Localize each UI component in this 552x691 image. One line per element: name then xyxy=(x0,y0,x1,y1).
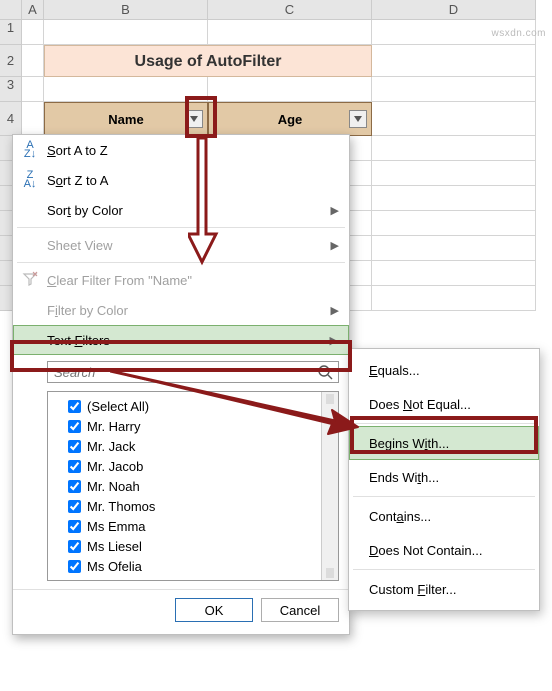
col-header-b[interactable]: B xyxy=(44,0,208,20)
chevron-right-icon: ▶ xyxy=(330,334,338,347)
row-header-2[interactable]: 2 xyxy=(0,45,22,77)
search-input[interactable] xyxy=(47,361,339,383)
chevron-right-icon: ▶ xyxy=(331,304,339,317)
title-cell: Usage of AutoFilter xyxy=(44,45,372,77)
list-item-label: Ms Olivia xyxy=(87,579,140,582)
filter-custom[interactable]: Custom Filter... xyxy=(349,572,539,606)
list-item[interactable]: (Select All) xyxy=(52,396,334,416)
sort-by-color[interactable]: Sort by Color ▶ xyxy=(13,195,349,225)
list-item-label: Ms Liesel xyxy=(87,539,142,554)
chevron-right-icon: ▶ xyxy=(331,204,339,217)
list-item[interactable]: Ms Liesel xyxy=(52,536,334,556)
filter-begins-with[interactable]: Begins With... xyxy=(349,426,539,460)
sort-az-label: ort A to Z xyxy=(56,143,108,158)
checkbox[interactable] xyxy=(68,540,81,553)
text-filters-submenu: Equals... Does Not Equal... Begins With.… xyxy=(348,348,540,611)
checkbox[interactable] xyxy=(68,580,81,582)
cancel-button[interactable]: Cancel xyxy=(261,598,339,622)
checkbox[interactable] xyxy=(68,560,81,573)
checkbox[interactable] xyxy=(68,440,81,453)
list-item-label: Ms Ofelia xyxy=(87,559,142,574)
watermark: wsxdn.com xyxy=(491,28,546,39)
checkbox[interactable] xyxy=(68,420,81,433)
clear-filter: Clear Filter From "Name" xyxy=(13,265,349,295)
list-item-label: (Select All) xyxy=(87,399,149,414)
sort-az-icon: AZ↓ xyxy=(21,141,39,159)
search-row xyxy=(13,355,349,389)
scrollbar[interactable] xyxy=(321,392,338,580)
sheet-view-label: Sheet View xyxy=(47,238,113,253)
filter-button-age[interactable] xyxy=(349,110,367,128)
list-item-label: Mr. Jacob xyxy=(87,459,143,474)
header-age: Age xyxy=(208,102,372,136)
list-item[interactable]: Mr. Jack xyxy=(52,436,334,456)
header-name-label: Name xyxy=(108,112,143,127)
column-headers: A B C D xyxy=(0,0,552,20)
checkbox[interactable] xyxy=(68,460,81,473)
row-header-3[interactable]: 3 xyxy=(0,77,22,102)
list-item-label: Mr. Noah xyxy=(87,479,140,494)
list-item-label: Mr. Jack xyxy=(87,439,135,454)
select-all-corner[interactable] xyxy=(0,0,22,20)
sort-za-label: rt Z to A xyxy=(63,173,109,188)
filter-not-equal[interactable]: Does Not Equal... xyxy=(349,387,539,421)
filter-not-contain[interactable]: Does Not Contain... xyxy=(349,533,539,567)
list-item-label: Mr. Thomos xyxy=(87,499,155,514)
checkbox[interactable] xyxy=(68,400,81,413)
filter-contains[interactable]: Contains... xyxy=(349,499,539,533)
list-item[interactable]: Ms Emma xyxy=(52,516,334,536)
list-item[interactable]: Ms Ofelia xyxy=(52,556,334,576)
ok-button[interactable]: OK xyxy=(175,598,253,622)
list-item[interactable]: Mr. Jacob xyxy=(52,456,334,476)
list-item[interactable]: Mr. Harry xyxy=(52,416,334,436)
checkbox[interactable] xyxy=(68,480,81,493)
chevron-right-icon: ▶ xyxy=(331,239,339,252)
list-item[interactable]: Mr. Thomos xyxy=(52,496,334,516)
row-header-1[interactable]: 1 xyxy=(0,20,22,45)
filter-value-list[interactable]: (Select All) Mr. Harry Mr. Jack Mr. Jaco… xyxy=(47,391,339,581)
clear-filter-icon xyxy=(21,271,39,290)
list-item[interactable]: Ms Olivia xyxy=(52,576,334,581)
search-icon xyxy=(317,364,333,380)
text-filters[interactable]: Text Filters ▶ xyxy=(13,325,349,355)
header-age-label: Age xyxy=(278,112,303,127)
filter-button-name[interactable] xyxy=(185,110,203,128)
list-item[interactable]: Mr. Noah xyxy=(52,476,334,496)
col-header-a[interactable]: A xyxy=(22,0,44,20)
checkbox[interactable] xyxy=(68,520,81,533)
col-header-c[interactable]: C xyxy=(208,0,372,20)
row-header-4[interactable]: 4 xyxy=(0,102,22,136)
col-header-d[interactable]: D xyxy=(372,0,536,20)
sheet-view: Sheet View ▶ xyxy=(13,230,349,260)
sort-az[interactable]: AZ↓ Sort A to Z xyxy=(13,135,349,165)
sort-za[interactable]: ZA↓ Sort Z to A xyxy=(13,165,349,195)
list-item-label: Mr. Harry xyxy=(87,419,140,434)
filter-menu: AZ↓ Sort A to Z ZA↓ Sort Z to A Sort by … xyxy=(12,134,350,635)
filter-equals[interactable]: Equals... xyxy=(349,353,539,387)
checkbox[interactable] xyxy=(68,500,81,513)
header-name: Name xyxy=(44,102,208,136)
sort-za-icon: ZA↓ xyxy=(21,171,39,189)
filter-by-color: Filter by Color ▶ xyxy=(13,295,349,325)
filter-ends-with[interactable]: Ends With... xyxy=(349,460,539,494)
list-item-label: Ms Emma xyxy=(87,519,146,534)
